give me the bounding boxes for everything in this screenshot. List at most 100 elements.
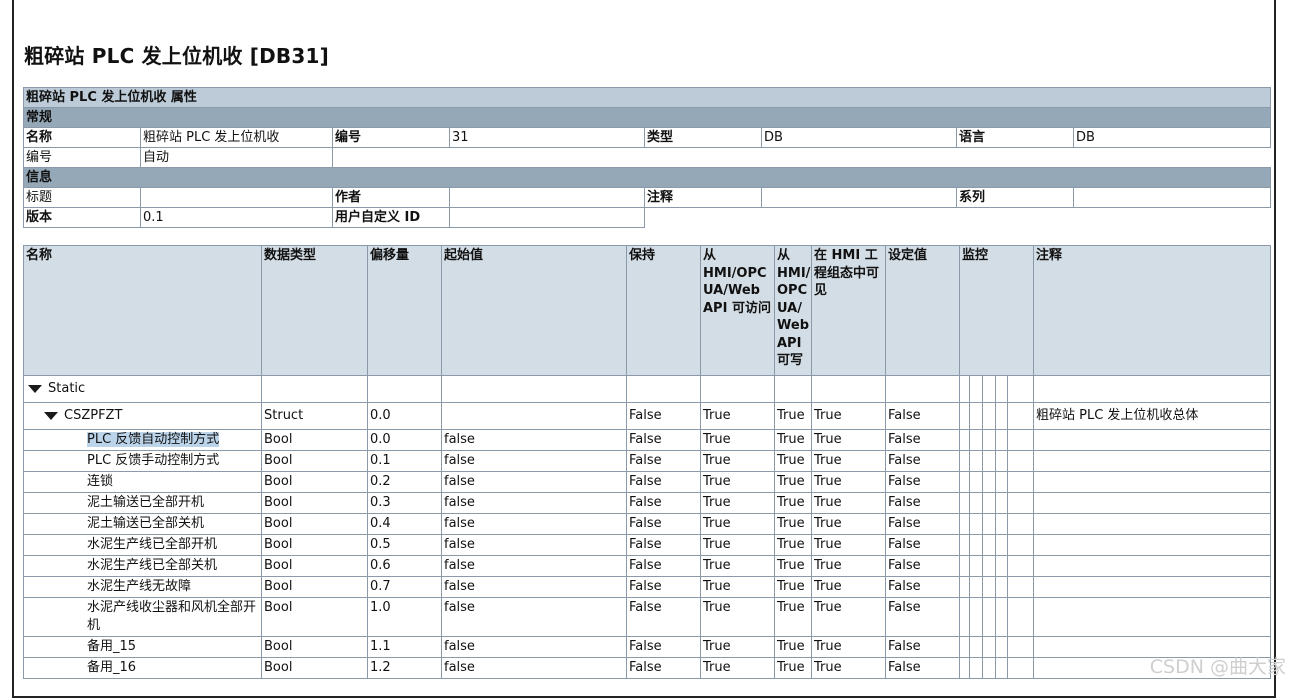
column-header-monitor: 监控 (959, 245, 1034, 376)
cell-setpoint: False (885, 492, 960, 514)
monitor-divider (969, 637, 970, 657)
cell-comment (1033, 492, 1271, 514)
monitor-divider (982, 514, 983, 534)
cell-start-value: false (441, 636, 627, 658)
column-header-datatype: 数据类型 (261, 245, 368, 376)
section-info: 信息 (22, 167, 1272, 188)
cell-datatype: Bool (261, 657, 368, 679)
column-header-comment: 注释 (1033, 245, 1271, 376)
cell-name: 水泥产线收尘器和风机全部开机 (23, 597, 262, 637)
cell-monitor (959, 534, 1034, 556)
cell-setpoint: False (885, 597, 960, 637)
table-row[interactable]: 备用_15 Bool 1.1 false False True True True False (23, 636, 1271, 658)
userid-value (449, 207, 645, 228)
cell-setpoint: False (885, 555, 960, 577)
variable-name: 水泥生产线已全部关机 (87, 558, 218, 573)
title-value (140, 187, 333, 208)
cell-offset: 0.2 (367, 471, 442, 493)
cell-accessible: True (700, 597, 775, 637)
version-label: 版本 (23, 207, 141, 228)
cell-monitor (959, 636, 1034, 658)
monitor-divider (995, 376, 996, 402)
cell-accessible: True (700, 402, 775, 430)
number-value: 31 (449, 127, 645, 148)
empty-cell (333, 148, 1271, 168)
table-row[interactable]: 水泥生产线无故障 Bool 0.7 false False True True True Fal… (23, 576, 1271, 598)
cell-datatype: Bool (261, 576, 368, 598)
cell-comment (1033, 471, 1271, 493)
cell-retain: False (626, 402, 701, 430)
cell-visible: True (811, 576, 886, 598)
cell-retain: False (626, 429, 701, 451)
cell-accessible: True (700, 555, 775, 577)
monitor-divider (1007, 403, 1008, 429)
table-row[interactable]: 连锁 Bool 0.2 false False True True True False (23, 471, 1271, 493)
monitor-divider (1007, 598, 1008, 636)
monitor-divider (1007, 535, 1008, 555)
monitor-divider (1007, 493, 1008, 513)
monitor-divider (995, 556, 996, 576)
cell-visible: True (811, 555, 886, 577)
monitor-divider (982, 535, 983, 555)
cell-setpoint: False (885, 513, 960, 535)
table-row[interactable]: 泥土输送已全部开机 Bool 0.3 false False True True True Fa… (23, 492, 1271, 514)
cell-writable: True (774, 429, 812, 451)
monitor-divider (1007, 451, 1008, 471)
properties-header: 粗碎站 PLC 发上位机收 属性 (22, 87, 1272, 108)
cell-retain: False (626, 471, 701, 493)
name-value: 粗碎站 PLC 发上位机收 (140, 127, 333, 148)
monitor-divider (969, 514, 970, 534)
cell-datatype: Bool (261, 492, 368, 514)
cell-offset: 0.0 (367, 429, 442, 451)
table-row[interactable]: CSZPFZT Struct 0.0 False True True True False 粗碎… (23, 402, 1271, 430)
author-label: 作者 (332, 187, 450, 208)
cell-start-value: false (441, 534, 627, 556)
expand-triangle-icon[interactable] (44, 411, 58, 420)
cell-setpoint: False (885, 471, 960, 493)
cell-retain: False (626, 597, 701, 637)
cell-visible (811, 375, 886, 403)
table-row[interactable]: 泥土输送已全部关机 Bool 0.4 false False True True True Fa… (23, 513, 1271, 535)
monitor-divider (982, 451, 983, 471)
monitor-divider (969, 535, 970, 555)
column-header-setpoint: 设定值 (885, 245, 960, 376)
language-value: DB (1072, 127, 1272, 148)
cell-offset: 1.1 (367, 636, 442, 658)
monitor-divider (969, 493, 970, 513)
monitor-divider (969, 403, 970, 429)
cell-retain: False (626, 576, 701, 598)
cell-setpoint: False (885, 402, 960, 430)
table-row[interactable]: 水泥产线收尘器和风机全部开机 Bool 1.0 false False True True T… (23, 597, 1271, 637)
table-row[interactable]: 水泥生产线已全部开机 Bool 0.5 false False True True True F… (23, 534, 1271, 556)
cell-accessible: True (700, 513, 775, 535)
cell-datatype (261, 375, 368, 403)
table-row[interactable]: 备用_16 Bool 1.2 false False True True True False (23, 657, 1271, 679)
cell-datatype: Bool (261, 534, 368, 556)
monitor-divider (995, 451, 996, 471)
cell-name: 备用_16 (23, 657, 262, 679)
variable-name: 水泥生产线已全部开机 (87, 537, 218, 552)
column-header-accessible: 从 HMI/OPC UA/Web API 可访问 (700, 245, 775, 376)
cell-comment (1033, 513, 1271, 535)
expand-triangle-icon[interactable] (28, 384, 42, 393)
cell-monitor (959, 597, 1034, 637)
variables-table: 名称 数据类型 偏移量 起始值 保持 从 HMI/OPC UA/Web API … (23, 245, 1271, 679)
variable-name: CSZPFZT (64, 408, 123, 423)
monitor-divider (982, 472, 983, 492)
table-row[interactable]: PLC 反馈手动控制方式 Bool 0.1 false False True True Tru… (23, 450, 1271, 472)
cell-retain: False (626, 555, 701, 577)
monitor-divider (995, 493, 996, 513)
name-label: 名称 (23, 127, 141, 148)
cell-start-value (441, 375, 627, 403)
cell-start-value: false (441, 555, 627, 577)
table-row[interactable]: Static (23, 375, 1271, 403)
cell-accessible: True (700, 576, 775, 598)
cell-start-value: false (441, 429, 627, 451)
table-row[interactable]: PLC 反馈自动控制方式 Bool 0.0 false False True True Tru… (23, 429, 1271, 451)
variable-name: 水泥产线收尘器和风机全部开机 (87, 600, 257, 633)
cell-monitor (959, 555, 1034, 577)
table-row[interactable]: 水泥生产线已全部关机 Bool 0.6 false False True True True F… (23, 555, 1271, 577)
column-header-start-value: 起始值 (441, 245, 627, 376)
variable-name: 水泥生产线无故障 (87, 579, 192, 594)
monitor-divider (982, 658, 983, 678)
